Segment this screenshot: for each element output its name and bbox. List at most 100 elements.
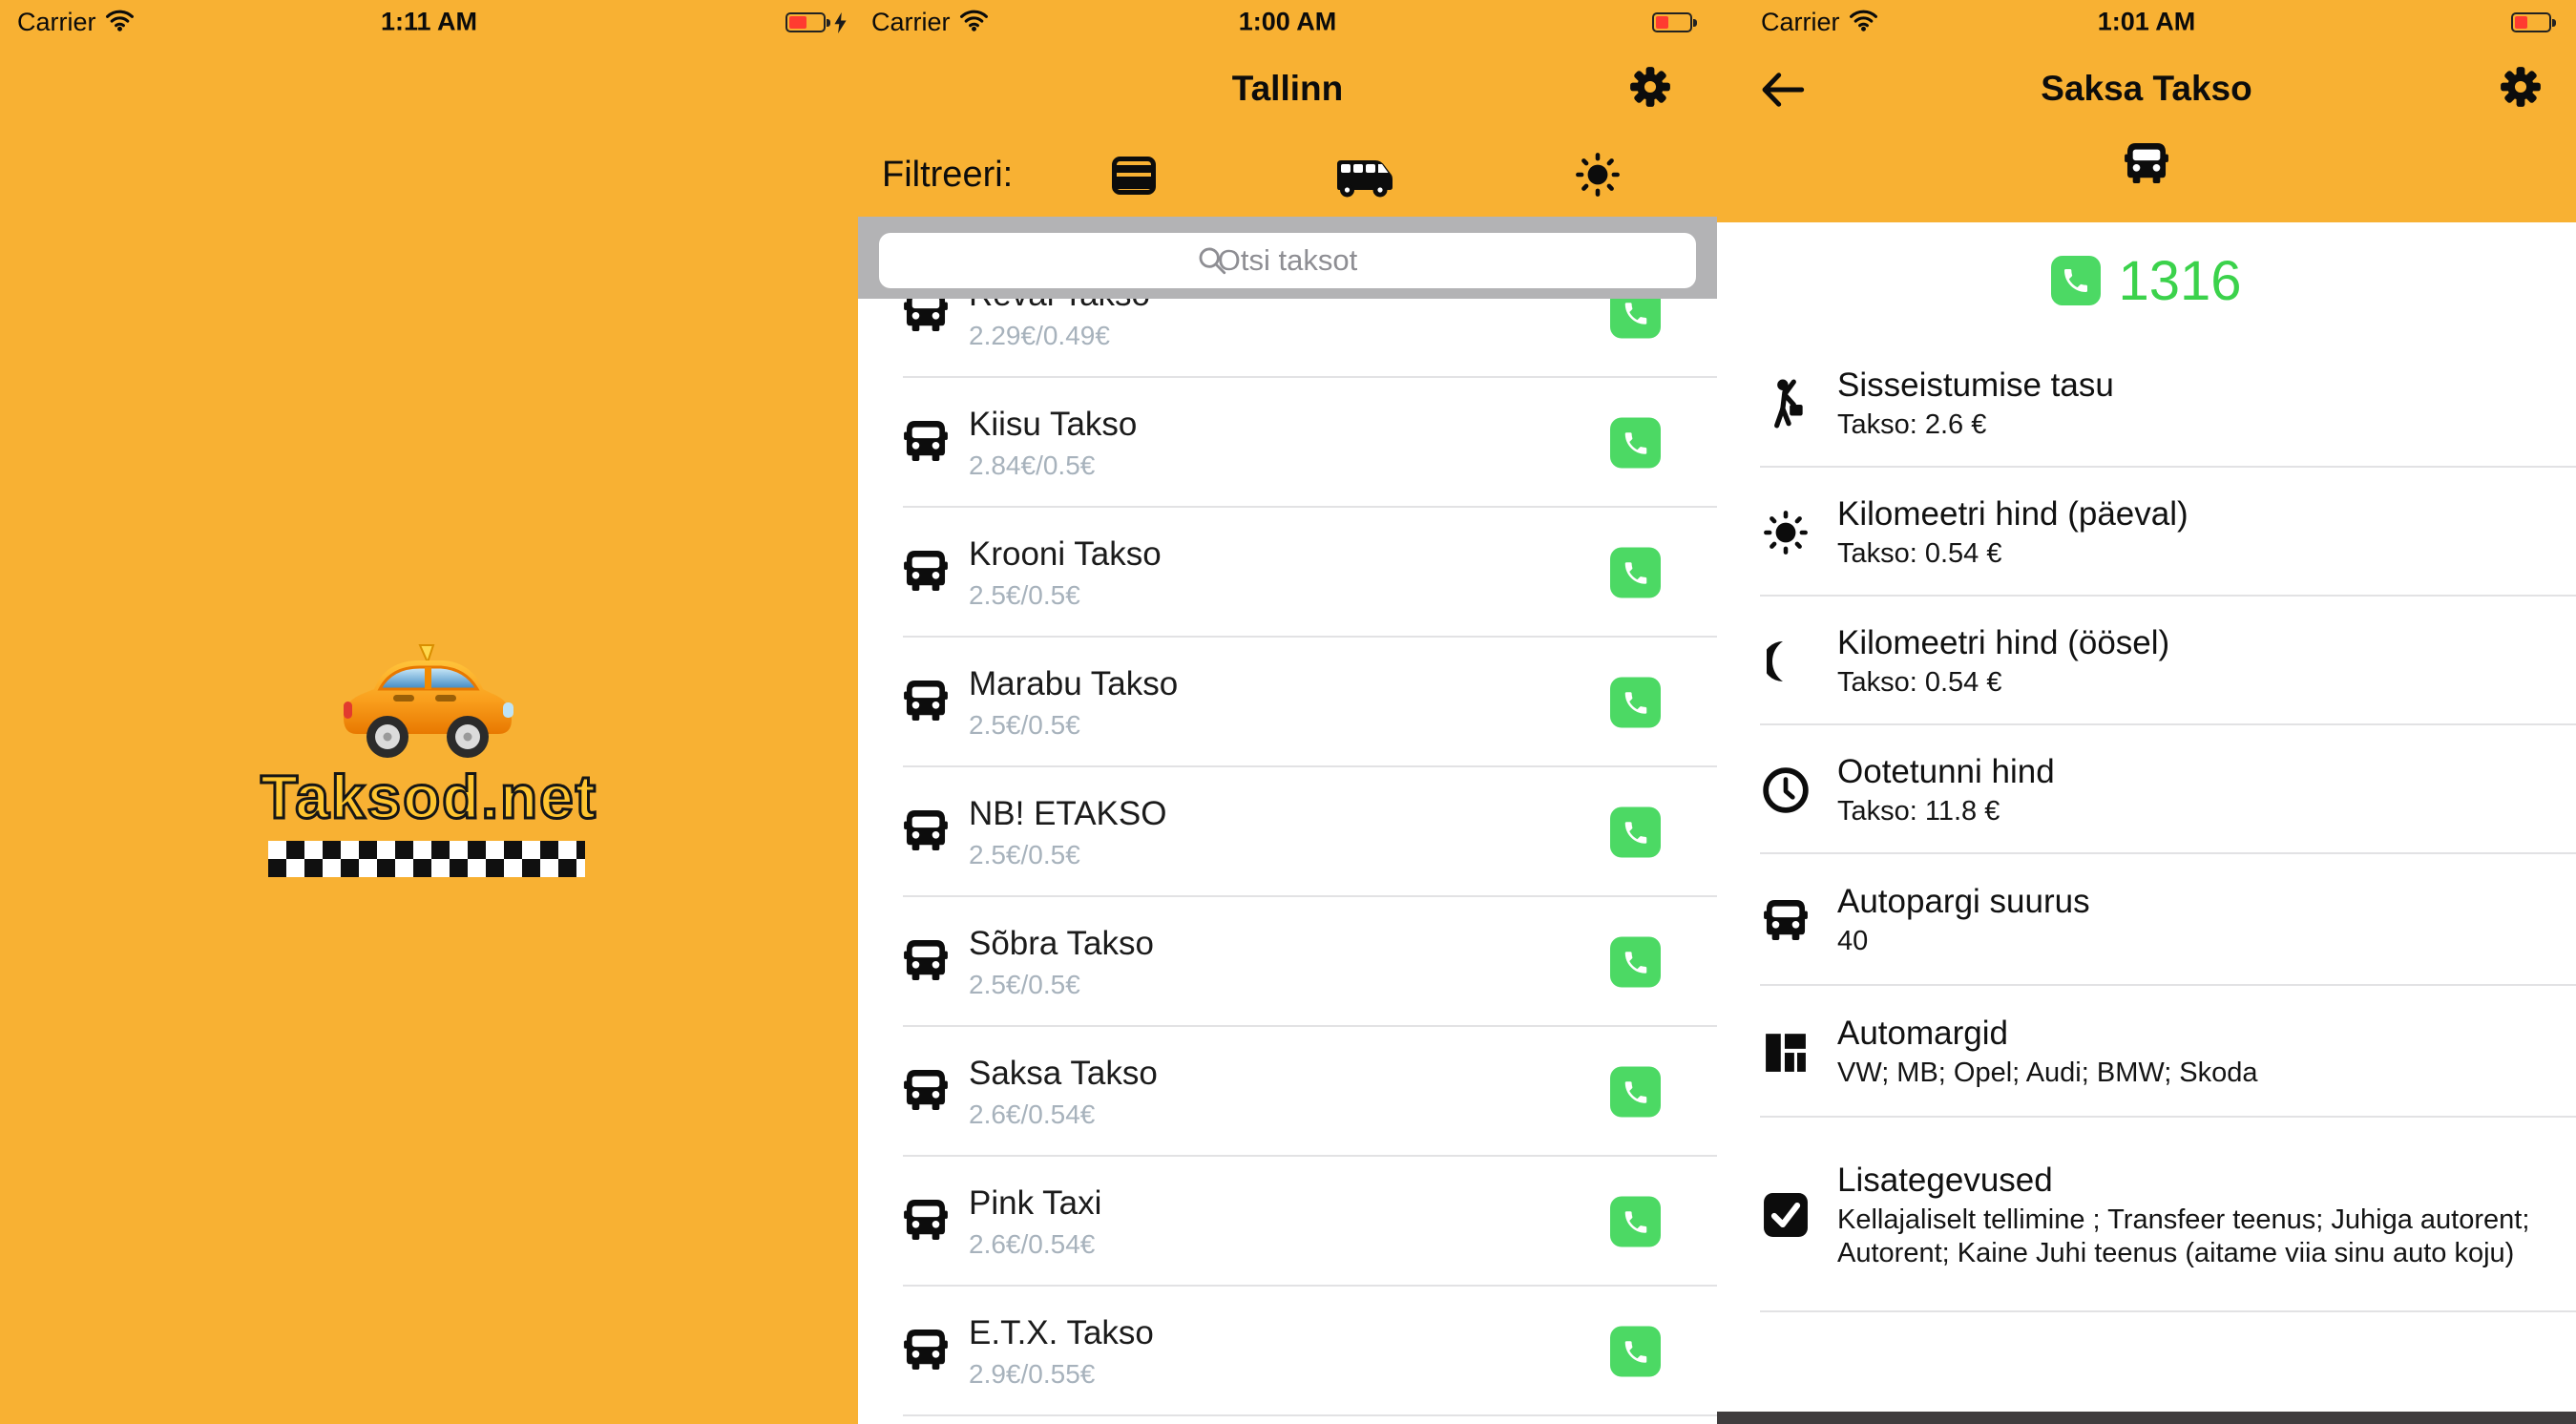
car-icon — [904, 421, 948, 466]
page-title: Saksa Takso — [1717, 69, 2576, 109]
carrier-label: Carrier — [17, 8, 96, 37]
taxi-row-saksa-takso[interactable]: Saksa Takso 2.6€/0.54€ — [858, 1027, 1717, 1157]
call-button[interactable] — [1610, 678, 1661, 728]
detail-title: Automargid — [1837, 1014, 2258, 1054]
car-icon — [904, 810, 948, 855]
detail-row-extra-services: LisategevusedKellajaliselt tellimine ; T… — [1717, 1118, 2576, 1312]
detail-title: Kilomeetri hind (päeval) — [1837, 494, 2189, 534]
detail-title: Ootetunni hind — [1837, 752, 2055, 792]
checkered-stripe — [268, 841, 585, 877]
sun-filter-icon[interactable] — [1574, 151, 1622, 203]
car-icon — [1761, 900, 1811, 940]
phone-call-row[interactable]: 1316 — [1717, 222, 2576, 339]
status-bar: Carrier 1:01 AM — [1717, 0, 2576, 44]
person-hailing-icon — [1761, 378, 1811, 429]
car-icon — [2125, 143, 2168, 188]
clock-time: 1:01 AM — [2098, 8, 2196, 37]
clock-time: 1:00 AM — [1239, 8, 1337, 37]
card-payment-filter-icon[interactable] — [1112, 157, 1156, 199]
filter-label: Filtreeri: — [882, 155, 1013, 196]
car-brands-grid-icon — [1761, 1030, 1811, 1074]
car-icon — [904, 681, 948, 725]
page-title: Tallinn — [858, 69, 1717, 109]
detail-value: Takso: 0.54 € — [1837, 537, 2189, 571]
call-button[interactable] — [1610, 807, 1661, 858]
van-filter-icon[interactable] — [1333, 158, 1394, 203]
taxi-price: 2.84€/0.5€ — [969, 450, 1137, 481]
moon-icon — [1761, 638, 1811, 685]
car-icon — [904, 1070, 948, 1115]
taxi-name: Saksa Takso — [969, 1055, 1158, 1093]
call-button[interactable] — [1610, 418, 1661, 469]
taxi-name: E.T.X. Takso — [969, 1314, 1154, 1352]
taxi-row-marabu-takso[interactable]: Marabu Takso 2.5€/0.5€ — [858, 638, 1717, 767]
taxi-price: 2.5€/0.5€ — [969, 970, 1154, 1000]
call-button[interactable] — [1610, 937, 1661, 988]
taxi-name: Krooni Takso — [969, 535, 1162, 574]
taxi-row-kiisu-takso[interactable]: Kiisu Takso2.84€/0.5€ — [858, 378, 1717, 508]
settings-gear-icon[interactable] — [1629, 66, 1671, 108]
brand-logo-text: Taksod.net — [0, 762, 858, 832]
detail-row-car-brands: AutomargidVW; MB; Opel; Audi; BMW; Skoda — [1717, 986, 2576, 1118]
taxi-name: NB! ETAKSO — [969, 795, 1166, 833]
detail-title: Kilomeetri hind (öösel) — [1837, 623, 2169, 663]
sun-icon — [1761, 509, 1811, 556]
detail-row-boarding-fee: Sisseistumise tasuTakso: 2.6 € — [1717, 339, 2576, 468]
taxi-row-sobra-takso[interactable]: Sõbra Takso 2.5€/0.5€ — [858, 897, 1717, 1027]
call-button[interactable] — [2051, 256, 2101, 305]
taxi-name: Pink Taxi — [969, 1184, 1101, 1223]
detail-value: Takso: 2.6 € — [1837, 408, 2114, 442]
detail-header: Carrier 1:01 AM Saksa Takso — [1717, 0, 2576, 222]
taxi-price: 2.9€/0.55€ — [969, 1359, 1154, 1390]
call-button[interactable] — [1610, 1197, 1661, 1247]
car-icon — [904, 940, 948, 985]
phone-number: 1316 — [2118, 249, 2241, 313]
detail-title: Autopargi suurus — [1837, 882, 2090, 922]
car-icon — [904, 1200, 948, 1245]
status-bar: Carrier 1:11 AM — [0, 0, 858, 44]
carrier-label: Carrier — [1761, 8, 1840, 37]
battery-icon — [1652, 12, 1692, 32]
detail-list: Sisseistumise tasuTakso: 2.6 € Kilomeetr… — [1717, 339, 2576, 1312]
taxi-price: 2.6€/0.54€ — [969, 1099, 1158, 1130]
taxi-name: Sõbra Takso — [969, 925, 1154, 963]
settings-gear-icon[interactable] — [2500, 66, 2542, 108]
call-button[interactable] — [1610, 1067, 1661, 1118]
wifi-icon — [959, 9, 989, 36]
filter-bar: Filtreeri: — [858, 145, 1717, 206]
taxi-price: 2.29€/0.49€ — [969, 321, 1150, 351]
bottom-dark-strip — [1717, 1412, 2576, 1424]
taxi-list: Reval Takso2.29€/0.49€ Kiisu Takso2.84€/… — [858, 248, 1717, 1416]
list-header: Carrier 1:00 AM Tallinn Filtreeri: — [858, 0, 1717, 217]
car-icon — [904, 1330, 948, 1374]
detail-title: Sisseistumise tasu — [1837, 366, 2114, 406]
taxi-row-nb-etakso[interactable]: NB! ETAKSO 2.5€/0.5€ — [858, 767, 1717, 897]
checkbox-icon — [1761, 1192, 1811, 1238]
clock-icon — [1761, 766, 1811, 814]
taxi-price: 2.5€/0.5€ — [969, 710, 1178, 741]
taxi-price: 2.6€/0.54€ — [969, 1229, 1101, 1260]
detail-value: Takso: 0.54 € — [1837, 666, 2169, 700]
search-overlay — [858, 217, 1717, 299]
taxi-list-screen: Carrier 1:00 AM Tallinn Filtreeri: — [858, 0, 1717, 1424]
search-input[interactable] — [879, 233, 1696, 288]
battery-icon — [2511, 12, 2551, 32]
taxi-row-krooni-takso[interactable]: Krooni Takso2.5€/0.5€ — [858, 508, 1717, 638]
battery-icon — [785, 12, 826, 32]
call-button[interactable] — [1610, 1327, 1661, 1377]
detail-value: Takso: 11.8 € — [1837, 795, 2055, 828]
taxi-price: 2.5€/0.5€ — [969, 840, 1166, 870]
call-button[interactable] — [1610, 548, 1661, 598]
carrier-label: Carrier — [871, 8, 951, 37]
taxi-name: Marabu Takso — [969, 665, 1178, 703]
taxi-car-illustration — [336, 641, 519, 772]
detail-row-waiting-hour-price: Ootetunni hindTakso: 11.8 € — [1717, 725, 2576, 854]
detail-value: 40 — [1837, 925, 2090, 958]
taxi-row-pink-taxi[interactable]: Pink Taxi 2.6€/0.54€ — [858, 1157, 1717, 1287]
charging-bolt-icon — [834, 12, 847, 38]
taxi-row-etx-takso[interactable]: E.T.X. Takso 2.9€/0.55€ — [858, 1287, 1717, 1416]
detail-title: Lisategevused — [1837, 1161, 2563, 1201]
wifi-icon — [105, 9, 135, 36]
detail-value: VW; MB; Opel; Audi; BMW; Skoda — [1837, 1057, 2258, 1090]
taxi-detail-screen: Carrier 1:01 AM Saksa Takso — [1717, 0, 2576, 1424]
